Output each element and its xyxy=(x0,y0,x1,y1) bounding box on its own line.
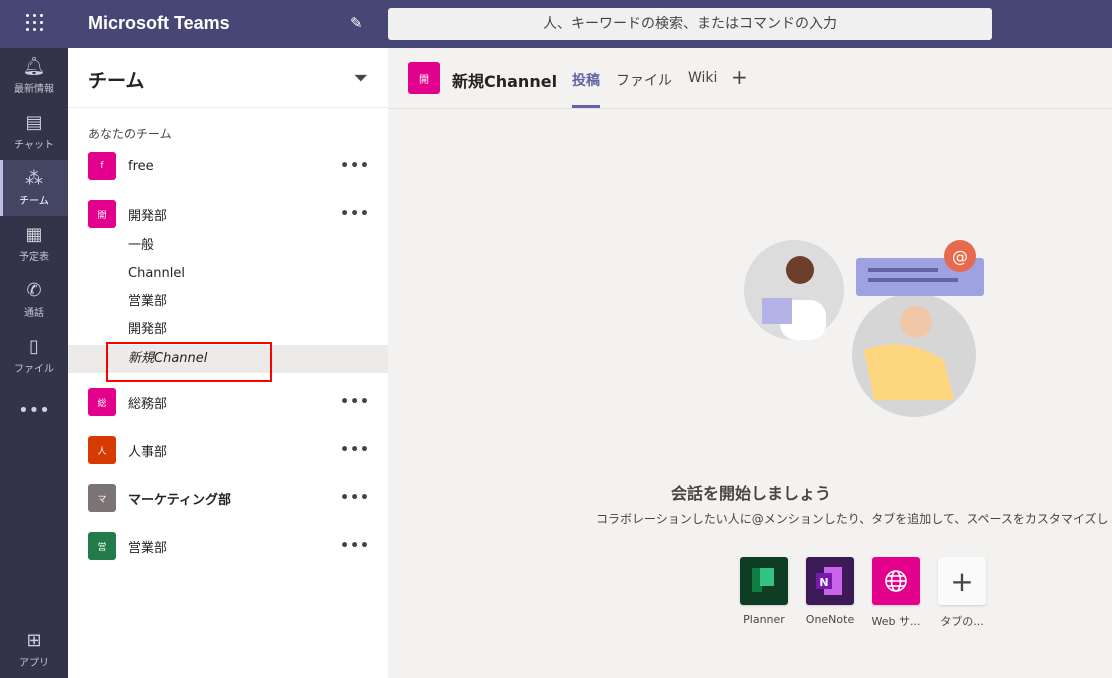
top-bar: Microsoft Teams ✎ 人、キーワードの検索、またはコマンドの入力 xyxy=(0,0,1112,48)
team-name: free xyxy=(128,158,154,174)
more-options-icon[interactable]: ••• xyxy=(340,490,370,506)
channel-item[interactable]: Channlel xyxy=(68,260,388,288)
phone-icon: ✆ xyxy=(26,280,42,301)
svg-text:N: N xyxy=(819,576,828,589)
channel-title: 新規Channel xyxy=(452,72,558,91)
team-avatar: 開 xyxy=(88,200,116,228)
svg-text:@: @ xyxy=(952,247,968,266)
channel-item[interactable]: 開発部 xyxy=(68,316,388,344)
rail-label: 通話 xyxy=(24,308,44,319)
app-rail: 🔔︎ 最新情報 ▤ チャット ⁂ チーム ▦ 予定表 ✆ 通話 ▯ ファイル ••• ⊞ アプ… xyxy=(0,48,68,678)
tab-posts[interactable]: 投稿 xyxy=(572,70,600,108)
rail-label: チャット xyxy=(14,140,54,151)
app-label: Planner xyxy=(743,613,785,626)
rail-label: 予定表 xyxy=(19,252,49,263)
team-avatar: 営 xyxy=(88,532,116,560)
more-options-icon[interactable]: ••• xyxy=(340,442,370,458)
team-sales[interactable]: 営営業部 ••• xyxy=(68,526,388,566)
team-free[interactable]: f free ••• xyxy=(68,146,388,186)
rail-teams[interactable]: ⁂ チーム xyxy=(0,160,68,216)
calendar-icon: ▦ xyxy=(25,224,43,245)
rail-label: ファイル xyxy=(14,364,54,375)
apps-icon: ⊞ xyxy=(26,630,42,651)
teams-icon: ⁂ xyxy=(25,168,43,189)
team-name: 開発部 xyxy=(128,208,168,224)
app-planner[interactable]: Planner xyxy=(740,557,788,629)
team-name: 営業部 xyxy=(128,540,168,556)
app-website[interactable]: Web サ... xyxy=(872,557,920,629)
tab-wiki[interactable]: Wiki xyxy=(688,70,717,86)
highlight-box xyxy=(106,342,272,382)
rail-chat[interactable]: ▤ チャット xyxy=(0,104,68,160)
empty-state-description: コラボレーションしたい人に@メンションしたり、タブを追加して、スペースをカスタマ… xyxy=(596,512,1109,526)
globe-icon xyxy=(872,557,920,605)
channel-item[interactable]: 営業部 xyxy=(68,288,388,316)
onenote-icon: N xyxy=(806,557,854,605)
plus-icon: + xyxy=(938,557,986,605)
tab-files[interactable]: ファイル xyxy=(616,70,672,90)
team-name: マーケティング部 xyxy=(128,492,231,508)
app-launcher-icon[interactable] xyxy=(26,14,44,32)
search-input[interactable]: 人、キーワードの検索、またはコマンドの入力 xyxy=(388,8,992,40)
section-label: あなたのチーム xyxy=(88,127,172,141)
more-options-icon[interactable]: ••• xyxy=(340,206,370,222)
app-label: タブの... xyxy=(940,615,984,628)
team-avatar: 人 xyxy=(88,436,116,464)
more-options-icon[interactable]: ••• xyxy=(340,394,370,410)
team-name: 人事部 xyxy=(128,444,168,460)
add-tab-icon[interactable]: + xyxy=(731,65,748,89)
rail-calendar[interactable]: ▦ 予定表 xyxy=(0,216,68,272)
chat-icon: ▤ xyxy=(25,112,43,133)
app-label: Web サ... xyxy=(871,615,921,628)
rail-activity[interactable]: 🔔︎ 最新情報 xyxy=(0,48,68,104)
app-label: OneNote xyxy=(805,613,855,626)
teams-panel: チーム ⏷ あなたのチーム f free ••• 開開発部 ••• 一般 Channl… xyxy=(68,48,388,678)
team-avatar: f xyxy=(88,152,116,180)
rail-more[interactable]: ••• xyxy=(0,384,68,440)
rail-label: チーム xyxy=(19,196,49,207)
app-add-tab[interactable]: + タブの... xyxy=(938,557,986,629)
team-marketing[interactable]: ママーケティング部 ••• xyxy=(68,478,388,518)
new-chat-icon[interactable]: ✎ xyxy=(350,14,363,32)
filter-icon[interactable]: ⏷ xyxy=(354,68,368,89)
team-dev[interactable]: 開開発部 ••• xyxy=(68,194,388,234)
team-name: 総務部 xyxy=(128,396,168,412)
app-title: Microsoft Teams xyxy=(88,13,230,33)
team-hr[interactable]: 人人事部 ••• xyxy=(68,430,388,470)
channel-avatar: 開 xyxy=(408,62,440,94)
channel-item[interactable]: 一般 xyxy=(68,232,388,260)
team-general-affairs[interactable]: 総総務部 ••• xyxy=(68,382,388,422)
more-options-icon[interactable]: ••• xyxy=(340,538,370,554)
rail-label: 最新情報 xyxy=(14,84,54,95)
empty-state-heading: 会話を開始しましょう xyxy=(670,484,831,503)
more-options-icon[interactable]: ••• xyxy=(340,158,370,174)
file-icon: ▯ xyxy=(29,336,39,357)
team-avatar: マ xyxy=(88,484,116,512)
bell-icon: 🔔︎ xyxy=(22,56,46,77)
channel-view: 開 新規Channel 投稿 ファイル Wiki + @ 会話を開始しましょう … xyxy=(388,48,1112,678)
more-icon: ••• xyxy=(18,399,50,421)
rail-label: アプリ xyxy=(19,658,49,669)
planner-icon xyxy=(740,557,788,605)
rail-calls[interactable]: ✆ 通話 xyxy=(0,272,68,328)
conversation-illustration: @ xyxy=(744,240,984,417)
rail-files[interactable]: ▯ ファイル xyxy=(0,328,68,384)
panel-title: チーム xyxy=(88,70,145,92)
team-avatar: 総 xyxy=(88,388,116,416)
app-onenote[interactable]: N OneNote xyxy=(806,557,854,629)
rail-apps[interactable]: ⊞ アプリ xyxy=(0,622,68,678)
